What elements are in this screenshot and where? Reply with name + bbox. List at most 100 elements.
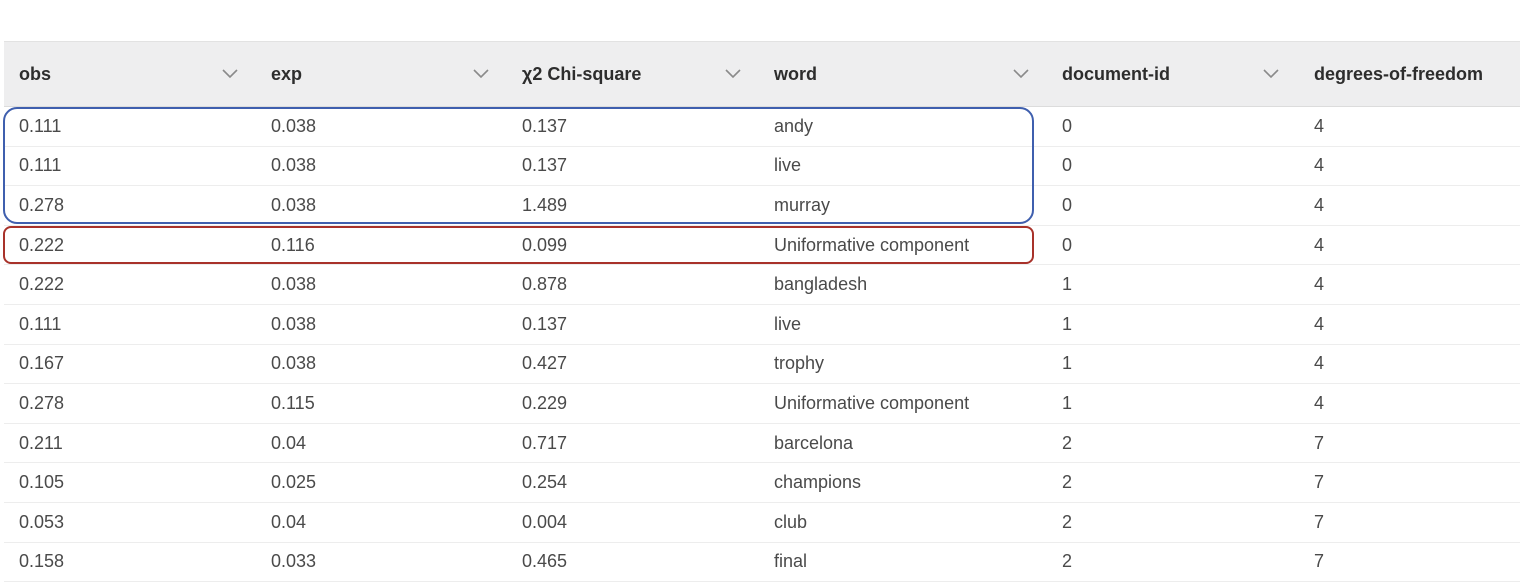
cell-document-id: 0 (1062, 194, 1073, 215)
cell-document-id: 2 (1062, 551, 1073, 572)
table-row[interactable]: 0.278 0.038 1.489 murray 0 4 (4, 186, 1520, 226)
cell-document-id: 0 (1062, 155, 1073, 176)
cell-chi-square: 0.465 (522, 551, 568, 572)
chevron-down-icon[interactable] (725, 69, 741, 79)
cell-exp: 0.038 (271, 155, 317, 176)
cell-word: live (774, 313, 802, 334)
cell-word: bangladesh (774, 274, 868, 295)
cell-chi-square: 0.254 (522, 472, 568, 493)
chevron-down-icon[interactable] (1013, 69, 1029, 79)
cell-word: Uniformative component (774, 392, 970, 413)
column-header-label: word (774, 63, 817, 84)
cell-document-id: 1 (1062, 353, 1073, 374)
table-row[interactable]: 0.211 0.04 0.717 barcelona 2 7 (4, 424, 1520, 464)
cell-degrees-of-freedom: 7 (1314, 511, 1325, 532)
table-row[interactable]: 0.158 0.033 0.465 final 2 7 (4, 543, 1520, 582)
cell-chi-square: 0.137 (522, 313, 568, 334)
cell-degrees-of-freedom: 4 (1314, 313, 1325, 334)
cell-degrees-of-freedom: 4 (1314, 274, 1325, 295)
table-row[interactable]: 0.278 0.115 0.229 Uniformative component… (4, 384, 1520, 424)
column-header-chi-square[interactable]: χ2 Chi-square (507, 42, 759, 106)
column-header-label: obs (19, 63, 52, 84)
cell-exp: 0.038 (271, 313, 317, 334)
cell-degrees-of-freedom: 7 (1314, 432, 1325, 453)
cell-obs: 0.111 (19, 115, 62, 136)
cell-document-id: 0 (1062, 115, 1073, 136)
cell-document-id: 0 (1062, 234, 1073, 255)
cell-obs: 0.278 (19, 194, 65, 215)
cell-exp: 0.025 (271, 472, 317, 493)
cell-obs: 0.158 (19, 551, 65, 572)
cell-exp: 0.033 (271, 551, 317, 572)
column-header-word[interactable]: word (759, 42, 1047, 106)
cell-document-id: 2 (1062, 432, 1073, 453)
column-header-document-id[interactable]: document-id (1047, 42, 1299, 106)
chevron-down-icon[interactable] (1263, 69, 1279, 79)
cell-exp: 0.116 (271, 234, 315, 255)
cell-document-id: 1 (1062, 392, 1073, 413)
cell-degrees-of-freedom: 4 (1314, 392, 1325, 413)
cell-exp: 0.038 (271, 353, 317, 374)
column-header-obs[interactable]: obs (4, 42, 256, 106)
cell-word: andy (774, 115, 814, 136)
data-table: obs exp χ2 Chi-square word document-id d… (4, 41, 1520, 582)
cell-document-id: 1 (1062, 313, 1073, 334)
cell-obs: 0.222 (19, 234, 65, 255)
table-row[interactable]: 0.111 0.038 0.137 live 0 4 (4, 147, 1520, 187)
cell-degrees-of-freedom: 4 (1314, 194, 1325, 215)
cell-exp: 0.04 (271, 511, 307, 532)
cell-chi-square: 0.004 (522, 511, 568, 532)
cell-obs: 0.222 (19, 274, 65, 295)
table-row[interactable]: 0.167 0.038 0.427 trophy 1 4 (4, 345, 1520, 385)
cell-chi-square: 0.137 (522, 155, 568, 176)
cell-word: murray (774, 194, 831, 215)
table-row[interactable]: 0.222 0.116 0.099 Uniformative component… (4, 226, 1520, 266)
cell-obs: 0.111 (19, 155, 62, 176)
page: obs exp χ2 Chi-square word document-id d… (0, 0, 1536, 582)
cell-obs: 0.167 (19, 353, 65, 374)
cell-degrees-of-freedom: 4 (1314, 155, 1325, 176)
column-header-label: χ2 Chi-square (522, 63, 642, 84)
cell-chi-square: 0.427 (522, 353, 568, 374)
cell-word: live (774, 155, 802, 176)
cell-obs: 0.053 (19, 511, 65, 532)
table-row[interactable]: 0.111 0.038 0.137 live 1 4 (4, 305, 1520, 345)
table-row[interactable]: 0.105 0.025 0.254 champions 2 7 (4, 463, 1520, 503)
cell-obs: 0.111 (19, 313, 62, 334)
cell-degrees-of-freedom: 4 (1314, 353, 1325, 374)
cell-word: final (774, 551, 808, 572)
cell-chi-square: 0.229 (522, 392, 568, 413)
cell-degrees-of-freedom: 7 (1314, 551, 1325, 572)
cell-word: champions (774, 472, 862, 493)
cell-degrees-of-freedom: 7 (1314, 472, 1325, 493)
table-row[interactable]: 0.111 0.038 0.137 andy 0 4 (4, 107, 1520, 147)
cell-chi-square: 0.137 (522, 115, 568, 136)
cell-document-id: 2 (1062, 511, 1073, 532)
cell-exp: 0.115 (271, 392, 315, 413)
cell-obs: 0.211 (19, 432, 63, 453)
cell-exp: 0.038 (271, 194, 317, 215)
cell-document-id: 1 (1062, 274, 1073, 295)
column-header-label: document-id (1062, 63, 1170, 84)
cell-degrees-of-freedom: 4 (1314, 115, 1325, 136)
column-header-label: degrees-of-freedom (1314, 63, 1484, 84)
cell-exp: 0.04 (271, 432, 307, 453)
column-header-exp[interactable]: exp (256, 42, 507, 106)
chevron-down-icon[interactable] (222, 69, 238, 79)
chevron-down-icon[interactable] (473, 69, 489, 79)
cell-document-id: 2 (1062, 472, 1073, 493)
cell-word: trophy (774, 353, 825, 374)
table-row[interactable]: 0.053 0.04 0.004 club 2 7 (4, 503, 1520, 543)
cell-exp: 0.038 (271, 115, 317, 136)
cell-chi-square: 0.878 (522, 274, 568, 295)
cell-word: barcelona (774, 432, 854, 453)
cell-word: club (774, 511, 808, 532)
cell-chi-square: 0.099 (522, 234, 568, 255)
cell-obs: 0.105 (19, 472, 65, 493)
table-row[interactable]: 0.222 0.038 0.878 bangladesh 1 4 (4, 265, 1520, 305)
column-header-label: exp (271, 63, 303, 84)
column-header-degrees-of-freedom[interactable]: degrees-of-freedom (1299, 42, 1520, 106)
cell-chi-square: 1.489 (522, 194, 568, 215)
table-header: obs exp χ2 Chi-square word document-id d… (4, 41, 1520, 107)
cell-obs: 0.278 (19, 392, 65, 413)
